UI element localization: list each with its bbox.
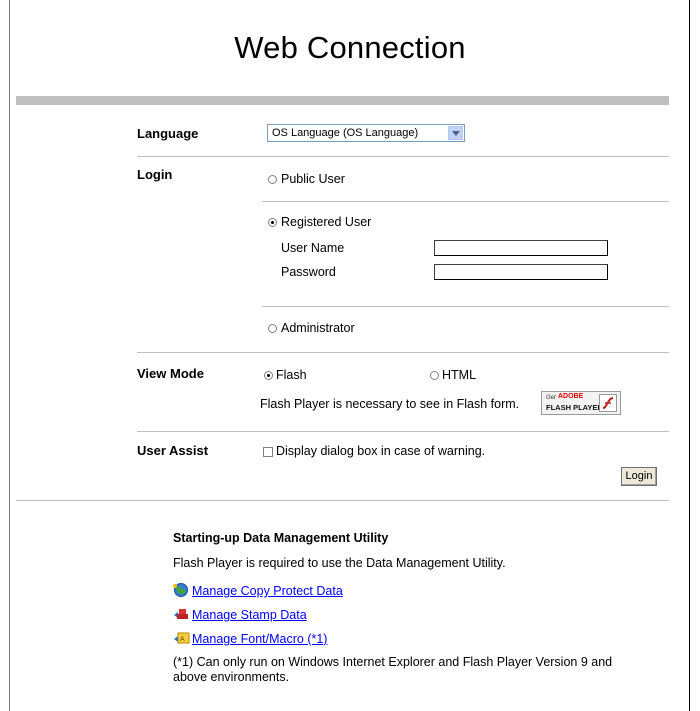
login-button[interactable]: Login: [621, 467, 657, 486]
user-name-input[interactable]: [434, 240, 608, 256]
footnote-line-2: above environments.: [173, 670, 290, 684]
frame-border-left: [9, 0, 10, 711]
manage-stamp-link[interactable]: Manage Stamp Data: [192, 608, 307, 622]
html-radio[interactable]: [430, 371, 439, 380]
header-bar: [16, 96, 669, 105]
footnote-line-1: (*1) Can only run on Windows Internet Ex…: [173, 655, 613, 669]
password-input[interactable]: [434, 264, 608, 280]
svg-text:A: A: [180, 636, 185, 643]
manage-copy-protect-link[interactable]: Manage Copy Protect Data: [192, 584, 343, 598]
data-mgmt-heading: Starting-up Data Management Utility: [173, 531, 389, 545]
stamp-icon: [174, 609, 188, 619]
language-select[interactable]: OS Language (OS Language): [267, 124, 465, 142]
section-divider: [16, 500, 669, 501]
user-name-label: User Name: [281, 241, 345, 255]
registered-user-radio[interactable]: [268, 218, 277, 227]
flash-player-icon: [599, 394, 617, 412]
password-label: Password: [281, 265, 336, 279]
data-mgmt-description: Flash Player is required to use the Data…: [173, 556, 506, 570]
badge-product-text: FLASH PLAYER: [546, 403, 603, 412]
divider: [137, 352, 669, 353]
user-assist-label: User Assist: [137, 443, 209, 458]
divider: [262, 201, 669, 202]
dropdown-arrow-icon[interactable]: [448, 126, 463, 140]
globe-icon: [173, 583, 188, 597]
public-user-label: Public User: [281, 172, 345, 186]
divider: [137, 156, 669, 157]
badge-get-text: Get: [546, 395, 556, 401]
html-label: HTML: [442, 368, 477, 382]
frame-border-right: [689, 0, 690, 711]
language-label: Language: [137, 126, 199, 141]
divider: [137, 431, 669, 432]
public-user-radio[interactable]: [268, 175, 277, 184]
login-label: Login: [137, 167, 173, 182]
divider: [262, 306, 669, 307]
badge-adobe-text: ADOBE: [558, 393, 584, 400]
flash-note: Flash Player is necessary to see in Flas…: [260, 397, 520, 411]
flash-label: Flash: [276, 368, 307, 382]
language-select-value: OS Language (OS Language): [272, 127, 419, 139]
flash-radio[interactable]: [264, 371, 273, 380]
page-title: Web Connection: [234, 30, 466, 65]
registered-user-label: Registered User: [281, 215, 372, 229]
warning-dialog-checkbox[interactable]: [263, 447, 273, 457]
manage-font-macro-link[interactable]: Manage Font/Macro (*1): [192, 632, 327, 646]
administrator-radio[interactable]: [268, 324, 277, 333]
warning-dialog-label: Display dialog box in case of warning.: [276, 444, 486, 458]
administrator-label: Administrator: [281, 321, 355, 335]
view-mode-label: View Mode: [137, 366, 204, 381]
get-flash-player-badge[interactable]: Get ADOBE FLASH PLAYER: [541, 391, 621, 415]
font-macro-icon: A: [174, 632, 190, 644]
